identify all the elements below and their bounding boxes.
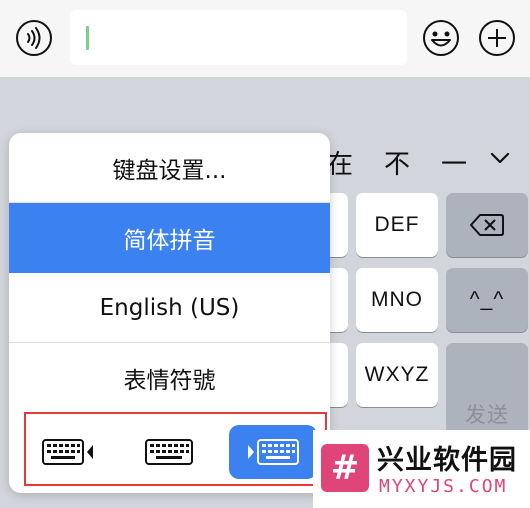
key-wxyz[interactable]: WXYZ [356,343,438,407]
plus-circle-icon [479,20,515,56]
keyboard-mode-row [9,413,330,493]
candidate-word[interactable]: 不 [384,144,410,181]
message-input-bar [0,0,530,78]
menu-item-english-us[interactable]: English (US) [9,273,330,343]
menu-item-emoji[interactable]: 表情符號 [9,343,330,413]
full-keyboard-button[interactable] [125,425,213,479]
watermark-title: 兴业软件园 [377,445,517,476]
emoticon-key[interactable]: ^_^ [446,268,528,332]
key-def[interactable]: DEF [356,193,438,257]
full-keyboard-icon [145,439,193,465]
watermark: # 兴业软件园 MYXYJS.COM [313,430,530,508]
menu-item-simplified-pinyin[interactable]: 简体拼音 [9,203,330,273]
message-input[interactable] [70,10,407,65]
backspace-icon [470,214,504,236]
text-caret [86,26,89,50]
chevron-down-icon[interactable] [488,146,512,170]
key-mno[interactable]: MNO [356,268,438,332]
input-method-menu: 键盘设置... 简体拼音 English (US) 表情符號 [9,133,330,493]
emoji-button[interactable] [421,18,461,58]
voice-wave-icon [16,20,52,56]
send-key[interactable]: 发送 [446,343,528,443]
menu-item-keyboard-settings[interactable]: 键盘设置... [9,133,330,203]
send-label: 发送 [465,403,509,427]
delete-key[interactable] [446,193,528,257]
left-handed-keyboard-icon [42,439,93,465]
more-button[interactable] [477,18,517,58]
left-handed-keyboard-button[interactable] [24,425,112,479]
watermark-url: MYXYJS.COM [379,476,508,497]
candidate-word[interactable]: 一 [441,144,467,181]
right-handed-keyboard-icon [248,439,299,465]
voice-button[interactable] [14,18,54,58]
right-handed-keyboard-button[interactable] [229,425,317,479]
watermark-logo: # [321,444,369,492]
candidate-word[interactable]: 在 [327,144,353,181]
smiley-icon [423,20,459,56]
